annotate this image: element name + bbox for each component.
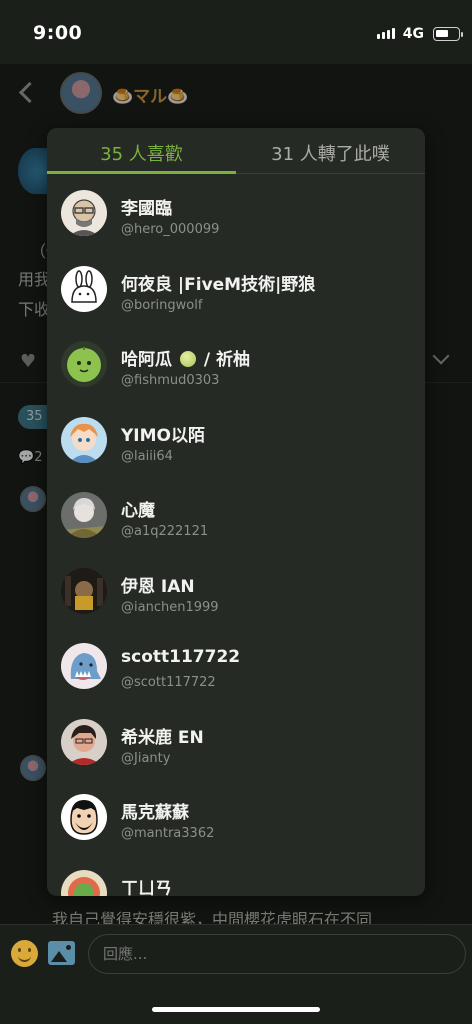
status-bar: 9:00 4G [0,0,472,64]
list-item[interactable]: YIMO以陌 @laiii64 [47,402,425,478]
user-handle: @fishmud0303 [121,373,220,388]
avatar[interactable] [61,416,107,463]
avatar[interactable] [61,643,107,689]
list-item[interactable]: 希米鹿 EN @Jianty [47,704,425,780]
user-handle: @hero_000099 [121,222,220,237]
avatar[interactable] [61,190,107,236]
signal-icon [377,28,395,39]
network-type: 4G [402,26,424,42]
user-handle: @Jianty [121,750,171,766]
user-name: 伊恩 IAN [121,576,195,597]
tab-replurks[interactable]: 31 人轉了此噗 [236,140,425,166]
user-name: 馬克蘇蘇 [121,803,189,823]
user-handle: @scott117722 [121,675,216,690]
home-indicator[interactable] [152,1007,320,1012]
image-icon[interactable] [48,941,75,965]
avatar[interactable] [61,265,107,312]
user-name: scott117722 [121,647,241,667]
list-item[interactable]: 伊恩 IAN @ianchen1999 [47,553,425,629]
user-list: 李國臨 @hero_000099 何夜良 |FiveM技術|野狼 @boring… [47,175,425,896]
user-name: 希米鹿 EN [121,727,204,748]
list-item[interactable]: 李國臨 @hero_000099 [47,175,425,251]
user-handle: @ianchen1999 [121,599,219,615]
user-name: 心魔 [121,501,155,521]
user-handle: @boringwolf [121,297,203,313]
avatar[interactable] [61,567,107,614]
avatar[interactable] [61,794,107,840]
user-name: ㄒㄩㄢ [121,878,172,897]
user-handle: @mantra3362 [121,826,215,841]
user-name: 哈阿瓜 / 祈柚 [121,350,250,370]
reply-input[interactable] [88,934,466,974]
emoji-icon[interactable] [11,940,38,967]
user-name: 何夜良 |FiveM技術|野狼 [121,274,316,295]
popup-tabs: 35 人喜歡 31 人轉了此噗 [47,128,425,174]
list-item[interactable]: scott117722 @scott117722 [47,628,425,704]
tab-likes[interactable]: 35 人喜歡 [47,140,236,166]
avatar[interactable] [61,869,107,896]
battery-icon [433,27,463,41]
list-item[interactable]: 心魔 @a1q222121 [47,477,425,553]
avatar[interactable] [61,718,107,765]
avatar[interactable] [61,492,107,538]
user-name: YIMO以陌 [121,425,206,446]
list-item[interactable]: 馬克蘇蘇 @mantra3362 [47,779,425,855]
likes-popup: 35 人喜歡 31 人轉了此噗 李國臨 @hero_000099 何夜良 |Fi… [47,128,425,896]
list-item[interactable]: 何夜良 |FiveM技術|野狼 @boringwolf [47,251,425,327]
user-name: 李國臨 [121,199,172,219]
status-time: 9:00 [33,22,83,44]
user-handle: @laiii64 [121,448,173,464]
avatar[interactable] [61,341,107,387]
melon-icon [179,351,196,367]
list-item[interactable]: ㄒㄩㄢ [47,855,425,897]
tab-underline [47,171,236,174]
user-handle: @a1q222121 [121,524,209,539]
list-item[interactable]: 哈阿瓜 / 祈柚 @fishmud0303 [47,326,425,402]
